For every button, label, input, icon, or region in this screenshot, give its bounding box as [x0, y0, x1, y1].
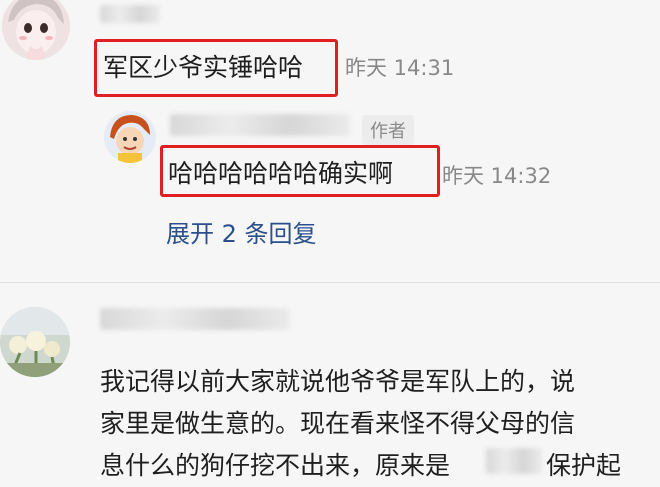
author-name-redacted — [170, 114, 350, 136]
anime-girl-icon — [2, 0, 70, 60]
comment-divider — [0, 282, 660, 283]
comment2-line3: 息什么的狗仔挖不出来，原来是 — [100, 451, 451, 480]
text-redacted — [486, 448, 542, 474]
author-avatar[interactable] — [104, 111, 156, 163]
commenter-avatar-2[interactable] — [0, 307, 70, 377]
flower-photo-icon — [0, 307, 70, 377]
comment2-line2: 家里是做生意的。现在看来怪不得父母的信 — [100, 409, 576, 438]
expand-replies-link[interactable]: 展开 2 条回复 — [166, 214, 317, 249]
author-badge: 作者 — [362, 115, 414, 145]
username-redacted-2 — [100, 308, 290, 330]
commenter-avatar[interactable] — [2, 0, 70, 60]
username-redacted — [100, 5, 160, 23]
cartoon-avatar-icon — [104, 111, 156, 163]
comment2-line3-tail: 保护起 — [546, 451, 622, 480]
comment-text: 军区少爷实锤哈哈 — [103, 53, 304, 82]
reply-time: 昨天 14:32 — [442, 164, 552, 188]
reply-text: 哈哈哈哈哈哈确实啊 — [168, 159, 394, 188]
comment-time: 昨天 14:31 — [345, 56, 455, 80]
comment2-line1: 我记得以前大家就说他爷爷是军队上的，说 — [100, 367, 576, 396]
